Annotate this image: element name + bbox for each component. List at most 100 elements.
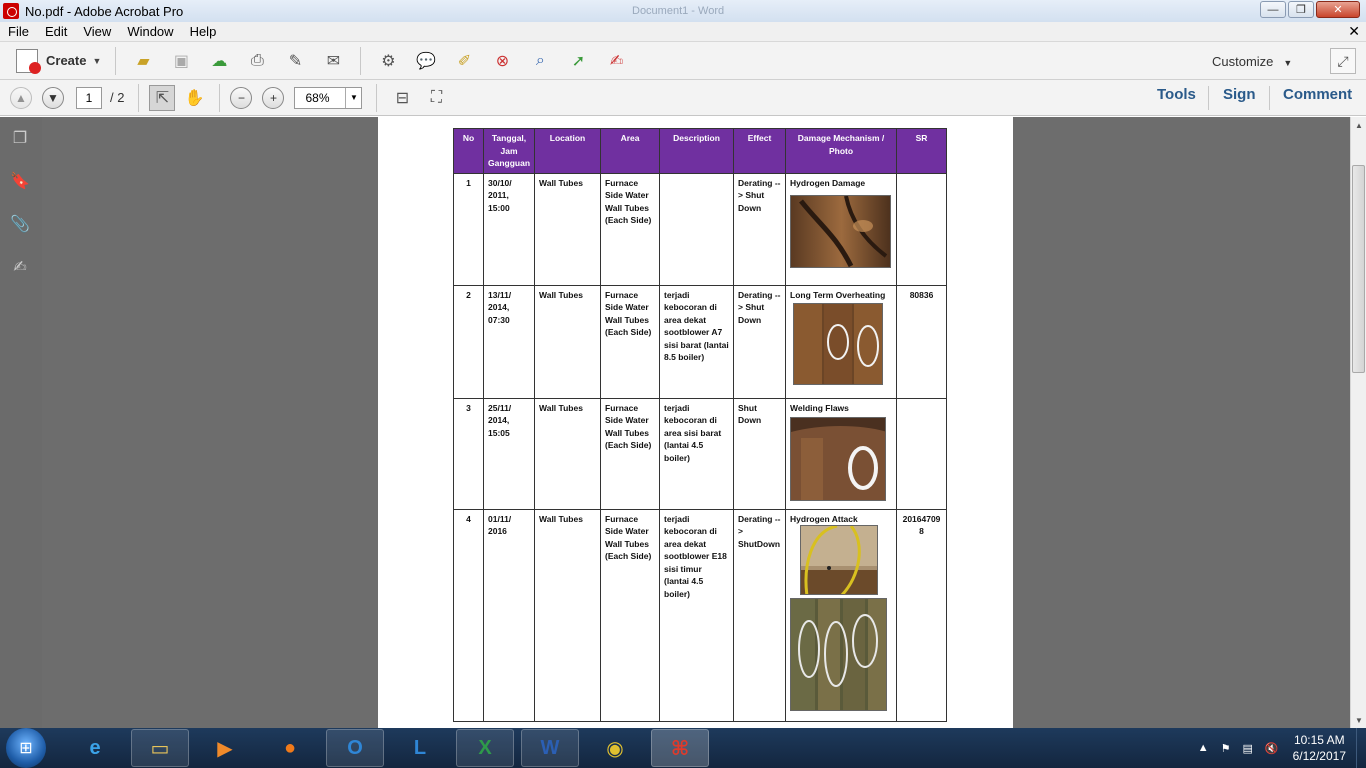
header-no: No <box>453 128 484 174</box>
comment-button[interactable]: 💬 <box>413 48 439 74</box>
toolbar-divider <box>115 46 117 75</box>
row-date: 25/11/ 2014, 15:05 <box>482 397 536 510</box>
select-tool-button[interactable]: ⇱ <box>149 84 176 111</box>
bookmarks-button[interactable]: 🔖 <box>9 170 31 192</box>
taskbar-excel[interactable]: X <box>456 729 514 767</box>
background-window-title: Document1 - Word <box>632 5 725 17</box>
document-viewport[interactable]: No Tanggal, Jam Gangguan Location Area D… <box>42 117 1350 728</box>
maximize-button[interactable]: ❐ <box>1288 1 1314 18</box>
taskbar-outlook[interactable]: O <box>326 729 384 767</box>
save-button[interactable]: ▣ <box>168 48 194 74</box>
pages-icon: ❐ <box>12 130 28 147</box>
sign-panel-button[interactable]: Sign <box>1223 86 1256 103</box>
highlight-button[interactable]: ✐ <box>451 48 477 74</box>
zoom-value: 68% <box>305 90 330 105</box>
row-mechanism-cell: Hydrogen Attack <box>785 508 898 722</box>
print-button[interactable]: ⎙ <box>244 48 270 74</box>
zoom-out-button[interactable]: − <box>230 86 253 109</box>
signatures-button[interactable]: ✍ <box>9 256 31 278</box>
taskbar-internet-explorer[interactable]: e <box>66 729 124 767</box>
customize-label: Customize <box>1212 54 1274 69</box>
taskbar-media-player[interactable]: ▶ <box>196 729 254 767</box>
full-screen-button[interactable]: ⤢ <box>1330 48 1356 74</box>
fit-page-button[interactable]: ⊟ <box>389 85 415 111</box>
scroll-down-icon[interactable]: ▼ <box>1351 712 1366 728</box>
email-button[interactable]: ✉ <box>320 48 346 74</box>
row-effect: Shut Down <box>733 397 787 510</box>
printer-icon: ⎙ <box>250 51 264 69</box>
menu-help[interactable]: Help <box>182 24 225 39</box>
comment-panel-button[interactable]: Comment <box>1283 86 1352 103</box>
system-tray: ▲ ⚑ ▤ 🔇 10:15 AM 6/12/2017 <box>1192 728 1366 768</box>
minus-icon: − <box>237 90 245 105</box>
internet-explorer-icon: e <box>89 736 101 759</box>
row-mechanism: Hydrogen Attack <box>790 513 858 524</box>
row-area: Furnace Side Water Wall Tubes (Each Side… <box>600 172 661 286</box>
network-icon[interactable]: ▤ <box>1243 742 1253 755</box>
sign-tool-button[interactable]: ✍ <box>603 48 629 74</box>
create-button[interactable]: Create ▼ <box>10 46 107 76</box>
delete-pages-button[interactable]: ⊗ <box>489 48 515 74</box>
page-thumbnails-button[interactable]: ❐ <box>9 127 31 149</box>
row-mechanism-cell: Long Term Overheating <box>785 284 898 399</box>
damage-report-table: No Tanggal, Jam Gangguan Location Area D… <box>453 128 948 722</box>
row-mechanism: Hydrogen Damage <box>790 177 866 188</box>
fit-width-button[interactable]: ⛶ <box>423 85 449 111</box>
next-page-button[interactable]: ▼ <box>42 86 64 109</box>
action-center-flag-icon[interactable]: ⚑ <box>1221 742 1231 755</box>
page-number-input[interactable]: 1 <box>76 86 102 109</box>
row-no: 1 <box>453 172 484 286</box>
document-close-button[interactable]: ✕ <box>1348 23 1360 40</box>
acrobat-icon: ⌘ <box>670 737 690 760</box>
export-button[interactable]: ➚ <box>565 48 591 74</box>
row-description <box>659 172 735 286</box>
taskbar-lync[interactable]: L <box>391 729 449 767</box>
menu-view[interactable]: View <box>75 24 119 39</box>
menu-file[interactable]: File <box>0 24 37 39</box>
tools-panel-button[interactable]: Tools <box>1157 86 1196 103</box>
zoom-select[interactable]: 68% ▼ <box>294 86 363 109</box>
volume-muted-icon[interactable]: 🔇 <box>1265 742 1279 755</box>
find-button[interactable]: ⌕ <box>527 48 553 74</box>
show-desktop-button[interactable] <box>1356 728 1366 768</box>
customize-dropdown[interactable]: Customize ▼ <box>1212 54 1292 69</box>
close-button[interactable]: ✕ <box>1316 1 1360 18</box>
tray-expand-icon[interactable]: ▲ <box>1198 742 1209 754</box>
taskbar-firefox[interactable]: ● <box>261 729 319 767</box>
row-mechanism: Welding Flaws <box>790 402 849 413</box>
taskbar-file-explorer[interactable]: ▭ <box>131 729 189 767</box>
scroll-up-icon[interactable]: ▲ <box>1351 117 1366 133</box>
row-location: Wall Tubes <box>534 172 602 286</box>
toolbar-divider <box>360 46 362 75</box>
taskbar-chrome[interactable]: ◉ <box>586 729 644 767</box>
excel-icon: X <box>478 736 492 759</box>
previous-page-button[interactable]: ▲ <box>10 86 32 109</box>
zoom-in-button[interactable]: + <box>262 86 285 109</box>
row-location: Wall Tubes <box>534 397 602 510</box>
settings-button[interactable]: ⚙ <box>375 48 401 74</box>
attachments-button[interactable]: 📎 <box>9 213 31 235</box>
upload-button[interactable]: ☁ <box>206 48 232 74</box>
row-date: 13/11/ 2014, 07:30 <box>482 284 536 399</box>
start-button[interactable]: ⊞ <box>6 728 46 768</box>
chevron-down-icon[interactable]: ▼ <box>345 87 361 108</box>
scrollbar-thumb[interactable] <box>1352 165 1365 373</box>
hand-tool-button[interactable]: ✋ <box>181 85 207 111</box>
export-page-icon: ➚ <box>571 52 586 70</box>
header-description: Description <box>659 128 735 174</box>
clock-time: 10:15 AM <box>1293 733 1345 747</box>
taskbar-word[interactable]: W <box>521 729 579 767</box>
clock[interactable]: 10:15 AM 6/12/2017 <box>1293 732 1346 764</box>
cloud-upload-icon: ☁ <box>211 52 228 70</box>
edit-button[interactable]: ✎ <box>282 48 308 74</box>
pdf-page: No Tanggal, Jam Gangguan Location Area D… <box>378 117 1013 728</box>
menu-edit[interactable]: Edit <box>37 24 75 39</box>
taskbar-acrobat[interactable]: ⌘ <box>651 729 709 767</box>
table-row: 3 25/11/ 2014, 15:05 Wall Tubes Furnace … <box>453 397 948 510</box>
toolbar-divider <box>219 83 221 112</box>
vertical-scrollbar[interactable]: ▲ ▼ <box>1350 117 1366 728</box>
menu-window[interactable]: Window <box>119 24 181 39</box>
welding-flaws-photo <box>790 417 887 501</box>
open-button[interactable]: ▰ <box>130 48 156 74</box>
minimize-button[interactable]: — <box>1260 1 1286 18</box>
